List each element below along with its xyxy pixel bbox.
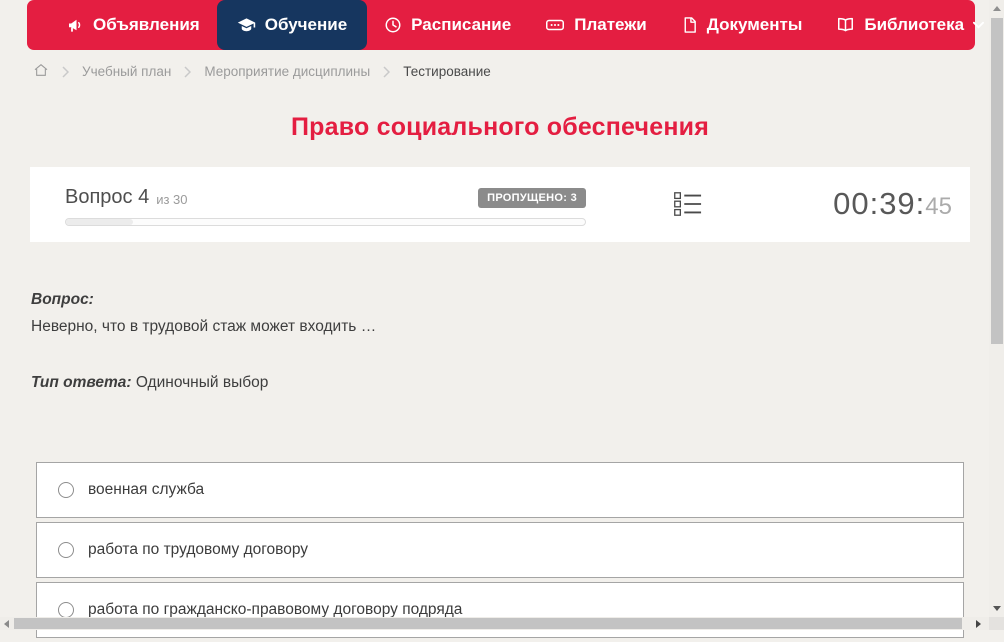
question-block: Вопрос: Неверно, что в трудовой стаж мож… (31, 291, 951, 392)
banknote-icon (545, 16, 565, 34)
answer-option-label: работа по трудовому договору (88, 541, 309, 558)
nav-item-learning[interactable]: Обучение (216, 0, 368, 50)
vertical-scrollbar[interactable] (989, 0, 1004, 617)
answer-options: военная служба работа по трудовому догов… (36, 462, 964, 642)
nav-item-schedule[interactable]: Расписание (367, 0, 528, 50)
chevron-right-icon (62, 65, 69, 78)
open-book-icon (836, 16, 855, 34)
nav-item-label: Расписание (411, 15, 512, 34)
radio-button[interactable] (58, 542, 74, 558)
timer-hours-minutes: 00:39: (833, 186, 926, 221)
question-number: Вопрос 4 (65, 186, 150, 208)
nav-item-library[interactable]: Библиотека (819, 0, 1001, 50)
scrollbar-corner (989, 617, 1004, 630)
nav-item-label: Объявления (93, 15, 200, 34)
megaphone-icon (66, 16, 84, 34)
answer-option-1[interactable]: военная служба (36, 462, 964, 518)
nav-item-label: Документы (706, 15, 803, 34)
nav-item-label: Обучение (264, 15, 348, 34)
horizontal-scrollbar-thumb[interactable] (14, 618, 962, 629)
nav-item-payments[interactable]: Платежи (528, 0, 664, 50)
radio-button[interactable] (58, 482, 74, 498)
timer: 00:39:45 (833, 186, 952, 222)
clock-icon (384, 16, 402, 34)
answer-type-value: Одиночный выбор (135, 374, 269, 391)
vertical-scrollbar-thumb[interactable] (991, 18, 1003, 344)
home-icon[interactable] (33, 62, 49, 81)
chevron-down-icon (973, 21, 985, 29)
answer-option-2[interactable]: работа по трудовому договору (36, 522, 964, 578)
question-progress-area: Вопрос 4 из 30 ПРОПУЩЕНО: 3 (65, 186, 586, 226)
timer-seconds: 45 (925, 193, 952, 220)
question-heading: Вопрос: (31, 291, 94, 308)
page-title: Право социального обеспечения (291, 113, 709, 141)
nav-item-announcements[interactable]: Объявления (49, 0, 217, 50)
graduation-cap-icon (237, 16, 256, 35)
progress-bar (65, 218, 586, 226)
main-navbar: Объявления Обучение Расписание Платежи Д… (27, 0, 985, 50)
question-total: из 30 (156, 192, 188, 207)
breadcrumb-item-discipline-event[interactable]: Мероприятие дисциплины (204, 64, 370, 79)
question-list-icon[interactable] (674, 191, 702, 222)
breadcrumb: Учебный план Мероприятие дисциплины Тест… (33, 62, 491, 81)
answer-option-label: военная служба (88, 481, 205, 498)
question-text: Неверно, что в трудовой стаж может входи… (31, 318, 377, 335)
nav-item-label: Библиотека (864, 15, 965, 34)
scroll-right-icon[interactable] (976, 620, 981, 628)
progress-bar-fill (66, 219, 134, 225)
breadcrumb-item-testing: Тестирование (403, 64, 491, 79)
document-icon (681, 16, 698, 34)
chevron-right-icon (184, 65, 192, 78)
scroll-down-icon[interactable] (993, 606, 1001, 611)
answer-type-label: Тип ответа: (31, 374, 132, 391)
scroll-left-icon[interactable] (4, 620, 9, 628)
nav-item-label: Платежи (574, 15, 647, 34)
chevron-right-icon (383, 65, 391, 78)
scroll-up-icon[interactable] (993, 6, 1001, 11)
radio-button[interactable] (58, 602, 74, 618)
breadcrumb-item-curriculum[interactable]: Учебный план (82, 64, 171, 79)
question-header-card: Вопрос 4 из 30 ПРОПУЩЕНО: 3 00:39:45 (30, 167, 970, 242)
nav-item-documents[interactable]: Документы (664, 0, 820, 50)
horizontal-scrollbar[interactable] (0, 617, 989, 630)
skipped-badge: ПРОПУЩЕНО: 3 (478, 187, 586, 208)
